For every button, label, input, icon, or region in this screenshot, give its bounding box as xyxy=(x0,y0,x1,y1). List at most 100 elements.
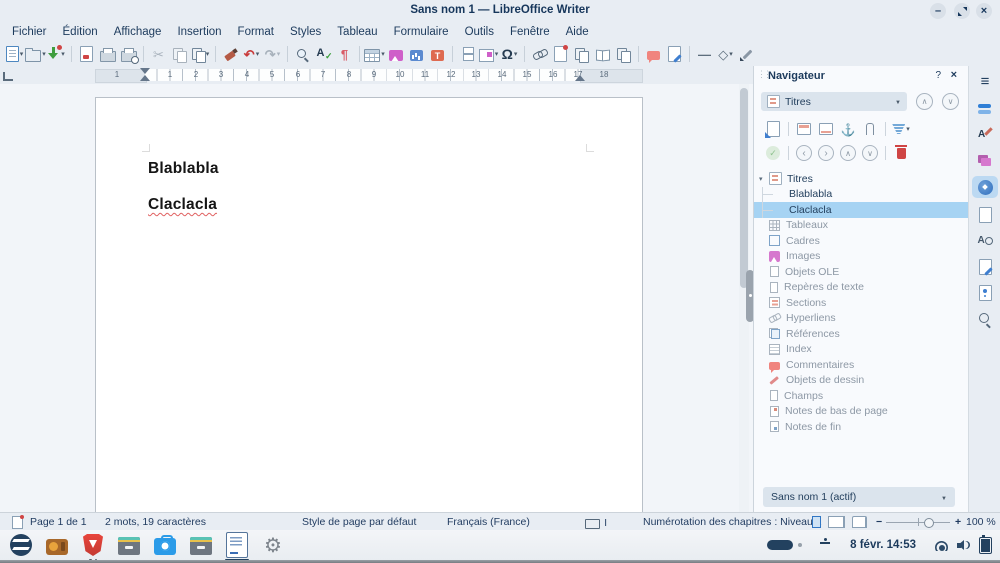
spelling-button[interactable] xyxy=(313,43,334,65)
basic-shapes-button[interactable] xyxy=(715,43,736,65)
save-status-icon[interactable] xyxy=(12,516,23,529)
brave-browser-app[interactable] xyxy=(80,532,106,558)
export-pdf-button[interactable] xyxy=(76,43,97,65)
single-page-view-button[interactable] xyxy=(812,516,821,528)
footer-button[interactable] xyxy=(815,119,837,139)
save-button[interactable] xyxy=(46,43,67,65)
undo-dropdown[interactable] xyxy=(256,50,260,58)
menu-edition[interactable]: Édition xyxy=(55,24,106,40)
page-number-status[interactable]: Page 1 de 1 xyxy=(30,516,87,528)
insert-bookmark-button[interactable] xyxy=(592,43,613,65)
book-view-button[interactable] xyxy=(852,516,867,528)
tree-item-index[interactable]: Index xyxy=(754,342,969,358)
sidebar-settings-button[interactable] xyxy=(972,70,998,92)
demote-level-button[interactable] xyxy=(815,143,837,163)
language-status[interactable]: Français (France) xyxy=(447,516,530,528)
tab-gallery[interactable] xyxy=(972,150,998,172)
tab-stop-selector-icon[interactable] xyxy=(3,72,13,81)
menu-format[interactable]: Format xyxy=(230,24,282,40)
horizontal-line-button[interactable] xyxy=(694,43,715,65)
insert-footnote-button[interactable] xyxy=(550,43,571,65)
tree-item-objets-ole[interactable]: Objets OLE xyxy=(754,264,969,280)
word-count-status[interactable]: 2 mots, 19 caractères xyxy=(105,516,206,528)
insert-field-dropdown[interactable] xyxy=(495,50,499,58)
insert-chart-button[interactable] xyxy=(406,43,427,65)
zoom-slider-handle[interactable] xyxy=(924,518,934,528)
demote-chapter-button[interactable] xyxy=(859,143,881,163)
paste-dropdown[interactable] xyxy=(206,50,210,58)
collapse-icon[interactable] xyxy=(759,175,769,183)
window-titlebar[interactable]: Sans nom 1 — LibreOffice Writer xyxy=(0,0,1000,22)
drag-mode-dropdown[interactable] xyxy=(906,125,910,133)
minimize-button[interactable] xyxy=(930,3,946,19)
insert-page-break-button[interactable] xyxy=(457,43,478,65)
tab-styles[interactable] xyxy=(972,124,998,146)
next-heading-button[interactable] xyxy=(942,93,959,110)
navigate-by-select[interactable]: Titres xyxy=(761,92,907,111)
media-player-app[interactable] xyxy=(44,532,70,558)
clone-formatting-button[interactable] xyxy=(220,43,241,65)
promote-level-button[interactable] xyxy=(793,143,815,163)
tree-item-heading-selected[interactable]: Claclacla xyxy=(754,202,969,218)
new-document-button[interactable] xyxy=(4,43,25,65)
print-preview-button[interactable] xyxy=(118,43,139,65)
zorin-menu-button[interactable] xyxy=(8,532,34,558)
multi-page-view-button[interactable] xyxy=(828,516,845,528)
undo-button[interactable] xyxy=(241,43,262,65)
insert-mode-indicator[interactable] xyxy=(585,519,600,529)
file-manager-app[interactable] xyxy=(116,532,142,558)
document-heading-1[interactable]: Blablabla xyxy=(148,160,219,178)
tab-navigator[interactable] xyxy=(972,176,998,198)
insert-comment-button[interactable] xyxy=(643,43,664,65)
insert-text-box-button[interactable] xyxy=(427,43,448,65)
menu-aide[interactable]: Aide xyxy=(558,24,597,40)
tree-item-notes-fin[interactable]: Notes de fin xyxy=(754,419,969,435)
menu-formulaire[interactable]: Formulaire xyxy=(386,24,457,40)
tree-item-cadres[interactable]: Cadres xyxy=(754,233,969,249)
paste-button[interactable] xyxy=(190,43,211,65)
tree-item-objets-dessin[interactable]: Objets de dessin xyxy=(754,373,969,389)
tree-item-notes-bas-page[interactable]: Notes de bas de page xyxy=(754,404,969,420)
menu-fichier[interactable]: Fichier xyxy=(4,24,55,40)
insert-image-button[interactable] xyxy=(385,43,406,65)
battery-icon[interactable] xyxy=(979,537,992,554)
wifi-icon[interactable] xyxy=(935,541,948,551)
tree-item-reperes[interactable]: Repères de texte xyxy=(754,280,969,296)
header-button[interactable] xyxy=(793,119,815,139)
tab-manage-changes[interactable] xyxy=(972,256,998,278)
previous-heading-button[interactable] xyxy=(916,93,933,110)
software-store-app[interactable] xyxy=(152,532,178,558)
menu-insertion[interactable]: Insertion xyxy=(169,24,229,40)
tree-item-tableaux[interactable]: Tableaux xyxy=(754,218,969,234)
tab-accessibility-check[interactable] xyxy=(972,282,998,304)
tree-item-sections[interactable]: Sections xyxy=(754,295,969,311)
navigator-help-button[interactable]: ? xyxy=(935,70,941,81)
track-changes-button[interactable] xyxy=(664,43,685,65)
insert-table-button[interactable] xyxy=(364,43,385,65)
insert-special-character-button[interactable] xyxy=(499,43,520,65)
menu-outils[interactable]: Outils xyxy=(457,24,502,40)
drag-mode-button[interactable] xyxy=(890,119,912,139)
tree-item-commentaires[interactable]: Commentaires xyxy=(754,357,969,373)
tree-item-hyperliens[interactable]: Hyperliens xyxy=(754,311,969,327)
settings-app[interactable] xyxy=(260,532,286,558)
zoom-in-button[interactable]: + xyxy=(955,516,961,528)
print-button[interactable] xyxy=(97,43,118,65)
find-replace-button[interactable] xyxy=(292,43,313,65)
tree-item-titres[interactable]: Titres xyxy=(754,171,969,187)
document-heading-2[interactable]: Claclacla xyxy=(148,196,217,214)
tab-page[interactable] xyxy=(972,204,998,226)
insert-field-button[interactable] xyxy=(478,43,499,65)
document-page[interactable]: Blablabla Claclacla xyxy=(95,97,643,512)
tab-find[interactable] xyxy=(972,308,998,330)
tree-item-images[interactable]: Images xyxy=(754,249,969,265)
menu-tableau[interactable]: Tableau xyxy=(329,24,385,40)
insert-cross-reference-button[interactable] xyxy=(613,43,634,65)
zoom-level-value[interactable]: 100 % xyxy=(966,516,996,528)
accessibility-icon[interactable] xyxy=(819,538,831,553)
volume-icon[interactable] xyxy=(957,539,970,551)
insert-hyperlink-button[interactable] xyxy=(529,43,550,65)
tree-item-champs[interactable]: Champs xyxy=(754,388,969,404)
promote-chapter-button[interactable] xyxy=(837,143,859,163)
content-navigation-view-button[interactable] xyxy=(762,143,784,163)
